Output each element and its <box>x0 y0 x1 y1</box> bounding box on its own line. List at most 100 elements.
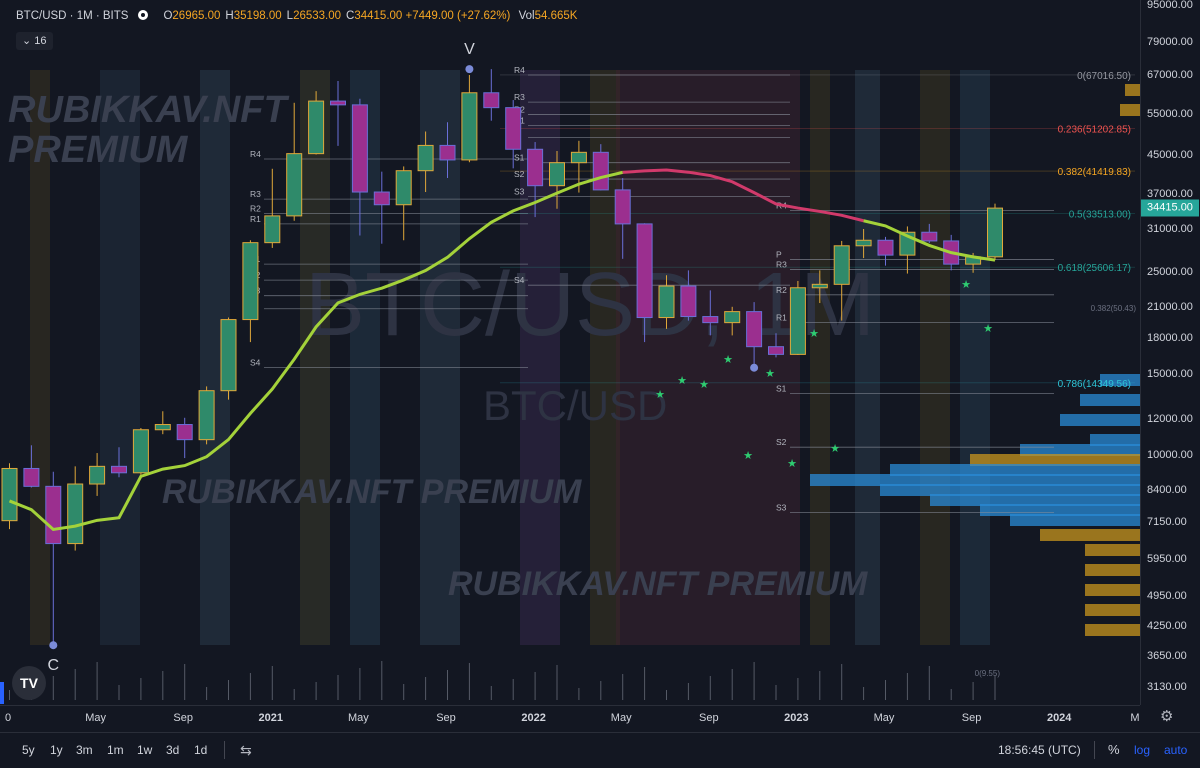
candle-body <box>330 100 346 106</box>
pivot-label: R3 <box>250 189 261 199</box>
wave-marker-dot <box>465 65 474 74</box>
close-value: 34415.00 <box>354 10 403 22</box>
background-zone <box>960 70 990 645</box>
volume-profile-bar <box>1120 104 1140 116</box>
small-scale-label: 0(9.55) <box>975 669 1001 678</box>
candle-body <box>811 283 828 289</box>
date-range-icon[interactable]: ⇆ <box>240 742 252 759</box>
drawing-toolbar-edge[interactable] <box>0 682 4 704</box>
pivot-label: S4 <box>250 357 261 367</box>
watermark-subtitle: BTC/USD <box>483 382 667 429</box>
price-axis-label: 3130.00 <box>1147 681 1187 694</box>
pivot-label: S1 <box>514 153 525 163</box>
change-value: +7449.00 (+27.62%) <box>405 10 511 22</box>
price-axis-label: 79000.00 <box>1147 36 1193 49</box>
log-scale-toggle[interactable]: log <box>1134 743 1150 757</box>
signal-star-icon: ★ <box>983 323 993 335</box>
auto-scale-toggle[interactable]: auto <box>1164 743 1187 757</box>
candle-body <box>505 107 522 150</box>
fib-label: 0.236(51202.85) <box>1058 125 1131 136</box>
background-zone <box>616 70 800 645</box>
candle-body <box>702 316 719 324</box>
volume-profile-bar <box>1085 624 1140 636</box>
candle-body <box>658 285 675 319</box>
price-axis-label: 55000.00 <box>1147 108 1193 121</box>
volume-profile-bar <box>1085 544 1140 556</box>
wave-label: V <box>464 41 475 58</box>
wave-label: C <box>48 657 60 674</box>
candle-body <box>89 465 106 485</box>
price-axis-label: 67000.00 <box>1147 69 1193 81</box>
timeframe-1d[interactable]: 1d <box>194 743 207 757</box>
chevron-down-icon: ⌄ <box>22 35 35 47</box>
candle-body <box>855 239 872 247</box>
volume-profile-bar <box>1040 529 1140 541</box>
timeframe-5y[interactable]: 5y <box>22 743 35 757</box>
price-axis-label: 37000.00 <box>1147 187 1193 200</box>
market-status-icon <box>138 10 149 20</box>
candle-body <box>132 429 149 474</box>
indicators-toggle[interactable]: ⌄ 16 <box>16 32 53 50</box>
time-axis[interactable]: 0 May Sep 2021 May Sep 2022 May Sep 2023 May Sep 202… <box>0 705 1140 730</box>
timeframe-3d[interactable]: 3d <box>166 743 179 757</box>
price-axis-label: 7150.00 <box>1147 516 1187 529</box>
candle-body <box>395 170 412 206</box>
price-axis-label: 31000.00 <box>1147 222 1193 235</box>
timeframe-1m[interactable]: 1m <box>107 743 124 757</box>
watermark-symbol: BTC/USD, 1M <box>305 255 875 355</box>
candle-body <box>242 242 259 321</box>
time-axis-label: May <box>610 712 632 724</box>
high-label: H <box>225 10 234 22</box>
time-axis-label: 2021 <box>258 712 284 724</box>
candle-body <box>570 151 587 164</box>
volume-profile-bar <box>1085 604 1140 616</box>
pivot-label: R4 <box>514 65 525 75</box>
volume-profile-bar <box>1060 414 1140 426</box>
candle-body <box>592 151 609 191</box>
indicators-count: 16 <box>34 35 47 47</box>
symbol-title[interactable]: BTC/USD · 1M · BITS <box>16 10 128 22</box>
volume-profile-bar <box>1080 394 1140 406</box>
pivot-label: S4 <box>514 275 525 285</box>
time-axis-label: Sep <box>436 712 456 724</box>
volume-profile-bar <box>1010 514 1140 526</box>
signal-star-icon: ★ <box>677 375 687 387</box>
candle-body <box>724 311 741 324</box>
volume-value: 54.665K <box>534 10 578 22</box>
fib-label: 0.382(41419.83) <box>1058 167 1131 178</box>
candle-body <box>351 104 368 193</box>
timeframe-1w[interactable]: 1w <box>137 743 152 757</box>
utc-clock[interactable]: 18:56:45 (UTC) <box>998 743 1081 757</box>
candle-body <box>483 92 500 109</box>
price-axis-label: 12000.00 <box>1147 412 1193 425</box>
signal-star-icon: ★ <box>809 328 819 340</box>
background-zone <box>300 70 330 645</box>
pivot-label: S2 <box>776 437 787 447</box>
signal-star-icon: ★ <box>723 354 733 366</box>
candle-body <box>264 215 281 244</box>
gear-icon[interactable]: ⚙ <box>1160 707 1173 725</box>
watermark-brand: RUBIKKAV.NFT PREMIUM <box>448 565 868 603</box>
time-axis-label: 2024 <box>1046 712 1072 724</box>
candle-body <box>833 245 850 285</box>
percent-scale-toggle[interactable]: % <box>1108 742 1120 757</box>
pivot-label: R1 <box>776 313 787 323</box>
pivot-label: P <box>776 250 782 260</box>
candle-body <box>45 485 62 545</box>
background-zone <box>810 70 830 645</box>
candle-body <box>67 483 84 545</box>
candle-body <box>154 424 171 431</box>
price-axis[interactable]: 95000.00 79000.00 67000.00 55000.00 45000.00… <box>1140 0 1200 705</box>
price-axis-label: 10000.00 <box>1147 449 1193 462</box>
pivot-label: R3 <box>776 260 787 270</box>
candle-body <box>439 144 456 161</box>
pivot-label: R2 <box>776 285 787 295</box>
background-zone <box>920 70 950 645</box>
timeframe-1y[interactable]: 1y <box>50 743 63 757</box>
timeframe-3m[interactable]: 3m <box>76 743 93 757</box>
price-chart[interactable]: BTC/USD, 1M BTC/USD RUBIKKAV.NFTPREMIUM RUB… <box>0 0 1140 705</box>
signal-star-icon: ★ <box>830 443 840 455</box>
fib-label: 0.5(33513.00) <box>1069 209 1131 220</box>
candle-body <box>417 144 434 172</box>
time-axis-label: Sep <box>173 712 193 724</box>
